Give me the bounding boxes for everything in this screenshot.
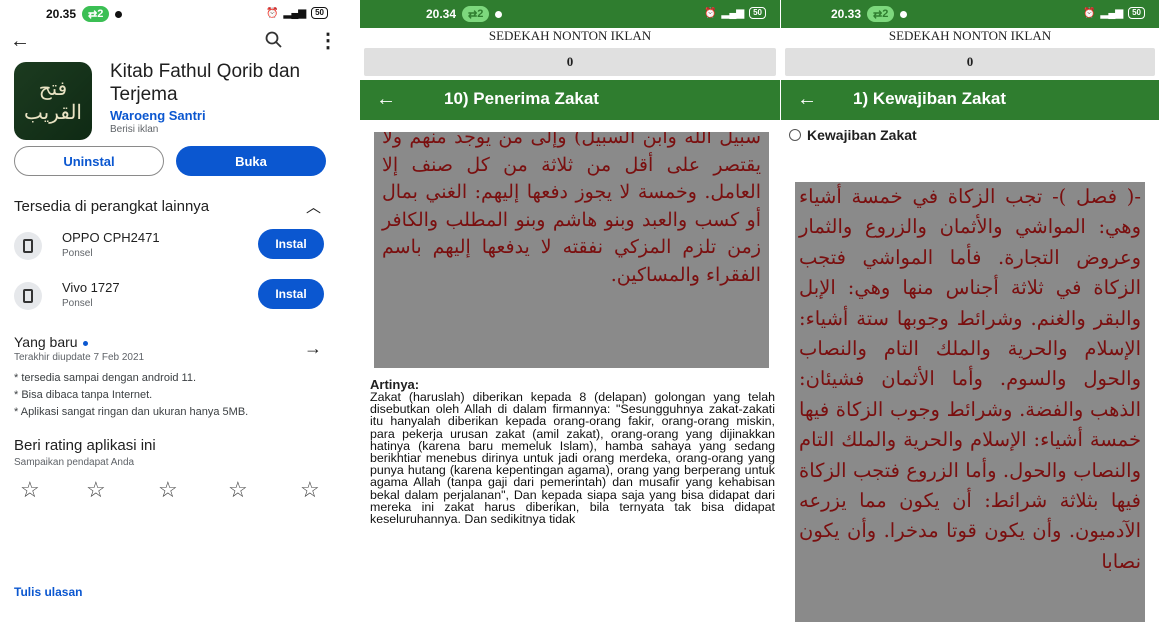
section-heading: Kewajiban Zakat <box>781 120 1159 150</box>
ad-banner-title: SEDEKAH NONTON IKLAN <box>888 28 1052 43</box>
action-buttons: Uninstal Buka <box>0 144 342 188</box>
status-badge: ⇄ 2 <box>867 6 895 22</box>
translation-block: Artinya: Zakat (haruslah) diberikan kepa… <box>370 378 775 525</box>
release-notes: * tersedia sampai dengan android 11. * B… <box>0 370 342 421</box>
ad-counter-button[interactable]: 0 <box>785 48 1155 76</box>
ads-label: Berisi iklan <box>110 124 159 135</box>
status-bar: 20.33 ⇄ 2 ⏰ ▂▄▆ 50 <box>781 0 1159 28</box>
alarm-icon: ⏰ <box>1083 7 1096 19</box>
note-item: * Aplikasi sangat ringan dan ukuran hany… <box>14 406 249 418</box>
uninstall-button[interactable]: Uninstal <box>14 146 164 176</box>
app-icon: فتح القريب <box>14 62 92 140</box>
note-item: * tersedia sampai dengan android 11. <box>14 372 197 384</box>
app-icon-calligraphy: فتح القريب <box>23 76 82 124</box>
whats-new-title: Yang baru <box>14 334 88 350</box>
chevron-up-icon[interactable]: ︿ <box>306 196 321 217</box>
other-devices-header[interactable]: Tersedia di perangkat lainnya ︿ <box>0 188 342 224</box>
new-dot-icon <box>82 340 88 346</box>
phone-icon <box>14 232 42 260</box>
arabic-text: -( فصل )- تجب الزكاة في خمسة أشياء وهي: … <box>799 185 1141 573</box>
status-icons: ⏰ ▂▄▆ 50 <box>704 7 766 19</box>
status-icons: ⏰ ▂▄▆ 50 <box>1083 7 1145 19</box>
open-button[interactable]: Buka <box>176 146 326 176</box>
status-dot-icon <box>900 10 908 18</box>
last-updated: Terakhir diupdate 7 Feb 2021 <box>14 352 145 363</box>
developer-link[interactable]: Waroeng Santri <box>110 108 206 123</box>
device-name: OPPO CPH2471 <box>62 230 160 245</box>
arrow-right-icon[interactable]: → <box>304 338 322 359</box>
status-badge: ⇄ 2 <box>82 6 110 22</box>
status-badge: ⇄ 2 <box>462 6 490 22</box>
app-bar: ← 1) Kewajiban Zakat <box>781 80 1159 120</box>
rating-section: Beri rating aplikasi ini Sampaikan penda… <box>0 431 342 473</box>
battery-icon: 50 <box>311 7 328 19</box>
device-row: Vivo 1727 Ponsel Instal <box>0 274 342 324</box>
play-store-panel: 20.35 ⇄ 2 ⏰ ▂▄▆ 50 ← ⋮ فتح القريب Kitab … <box>0 0 342 622</box>
app-header: فتح القريب Kitab Fathul Qorib dan Terjem… <box>0 58 342 144</box>
status-time: 20.35 <box>46 7 77 21</box>
star-icon[interactable]: ☆ <box>86 477 106 503</box>
star-icon[interactable]: ☆ <box>158 477 178 503</box>
screenshot-collage: 20.35 ⇄ 2 ⏰ ▂▄▆ 50 ← ⋮ فتح القريب Kitab … <box>0 0 1159 622</box>
section-heading-text: Kewajiban Zakat <box>807 127 917 143</box>
rating-title: Beri rating aplikasi ini <box>14 437 156 454</box>
reader-panel-penerima: 20.34 ⇄ 2 ⏰ ▂▄▆ 50 SEDEKAH NONTON IKLAN … <box>360 0 780 622</box>
signal-icon: ▂▄▆ <box>721 7 745 19</box>
alarm-icon: ⏰ <box>266 7 279 19</box>
device-type: Ponsel <box>62 248 93 259</box>
star-icon[interactable]: ☆ <box>20 477 40 503</box>
app-title: Kitab Fathul Qorib dan Terjema <box>110 61 301 105</box>
status-bar: 20.35 ⇄ 2 ⏰ ▂▄▆ 50 <box>0 0 342 28</box>
battery-icon: 50 <box>1128 7 1145 19</box>
circle-icon <box>789 129 801 141</box>
status-bar: 20.34 ⇄ 2 ⏰ ▂▄▆ 50 <box>360 0 780 28</box>
chapter-title: 10) Penerima Zakat <box>444 89 599 108</box>
back-arrow-icon[interactable]: ← <box>797 88 817 111</box>
translation-text: Zakat (haruslah) diberikan kepada 8 (del… <box>370 390 775 527</box>
install-button[interactable]: Instal <box>258 279 324 309</box>
status-dot-icon <box>115 10 123 18</box>
section-title: Tersedia di perangkat lainnya <box>14 198 210 215</box>
search-icon[interactable] <box>264 30 284 50</box>
status-dot-icon <box>495 10 503 18</box>
signal-icon: ▂▄▆ <box>1100 7 1124 19</box>
arabic-text-block: -( فصل )- تجب الزكاة في خمسة أشياء وهي: … <box>795 182 1145 622</box>
status-time: 20.34 <box>426 7 457 21</box>
device-row: OPPO CPH2471 Ponsel Instal <box>0 224 342 274</box>
install-button[interactable]: Instal <box>258 229 324 259</box>
ad-counter-button[interactable]: 0 <box>364 48 776 76</box>
alarm-icon: ⏰ <box>704 7 717 19</box>
back-arrow-icon[interactable]: ← <box>376 88 396 111</box>
star-rating: ☆ ☆ ☆ ☆ ☆ <box>0 473 342 513</box>
arabic-text-block: سبيل الله وابن السبيل) وإلى من يوجد منهم… <box>374 132 769 368</box>
status-time: 20.33 <box>831 7 862 21</box>
signal-icon: ▂▄▆ <box>283 7 307 19</box>
write-review-link[interactable]: Tulis ulasan <box>14 585 82 599</box>
more-vert-icon[interactable]: ⋮ <box>318 28 338 53</box>
whats-new-header[interactable]: Yang baru Terakhir diupdate 7 Feb 2021 → <box>0 326 342 370</box>
ad-banner-title: SEDEKAH NONTON IKLAN <box>488 28 652 43</box>
rating-subtitle: Sampaikan pendapat Anda <box>14 457 135 468</box>
store-toolbar: ← ⋮ <box>0 28 342 58</box>
note-item: * Bisa dibaca tanpa Internet. <box>14 389 153 401</box>
arabic-text: سبيل الله وابن السبيل) وإلى من يوجد منهم… <box>382 132 761 286</box>
star-icon[interactable]: ☆ <box>228 477 248 503</box>
star-icon[interactable]: ☆ <box>300 477 320 503</box>
device-name: Vivo 1727 <box>62 280 120 295</box>
phone-icon <box>14 282 42 310</box>
device-type: Ponsel <box>62 298 93 309</box>
battery-icon: 50 <box>749 7 766 19</box>
status-icons: ⏰ ▂▄▆ 50 <box>266 7 328 19</box>
app-bar: ← 10) Penerima Zakat <box>360 80 780 120</box>
chapter-title: 1) Kewajiban Zakat <box>853 89 1007 108</box>
back-arrow-icon[interactable]: ← <box>10 30 30 53</box>
reader-panel-kewajiban: 20.33 ⇄ 2 ⏰ ▂▄▆ 50 SEDEKAH NONTON IKLAN … <box>781 0 1159 622</box>
